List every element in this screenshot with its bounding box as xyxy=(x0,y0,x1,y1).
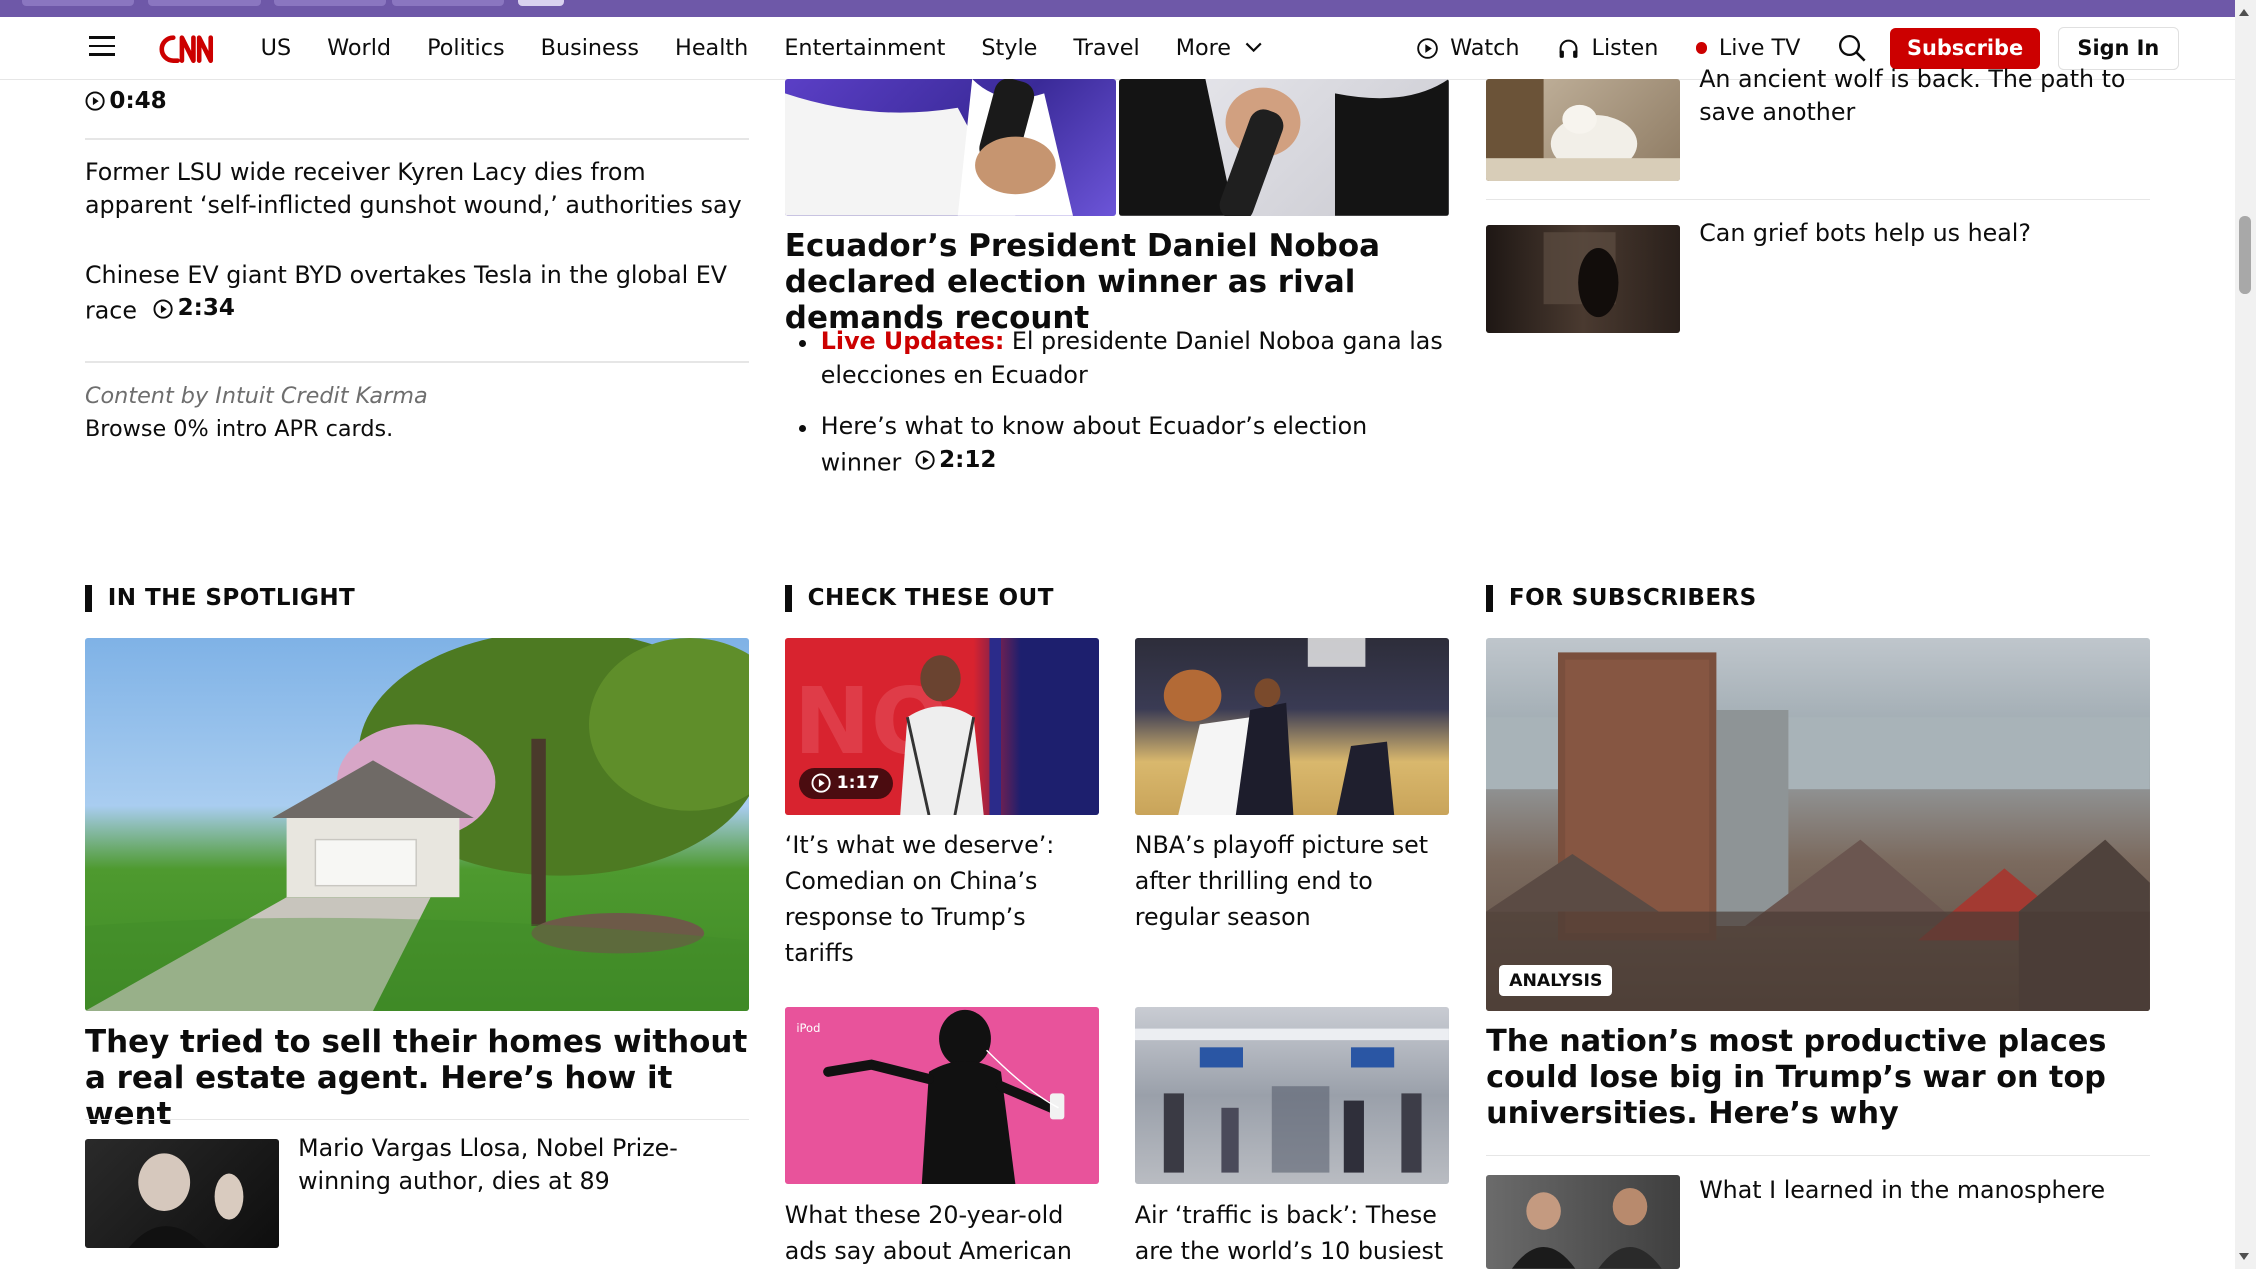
sponsor-credit: Content by Intuit Credit Karma xyxy=(84,383,428,410)
divider xyxy=(84,1118,749,1121)
nav-link-business[interactable]: Business xyxy=(541,35,639,61)
browser-tab-strip xyxy=(0,0,2235,18)
browser-tab[interactable] xyxy=(391,0,504,6)
nav-link-style[interactable]: Style xyxy=(981,35,1037,61)
live-updates-label: Live Updates: xyxy=(820,327,1005,356)
grief-photo xyxy=(1543,231,1619,317)
related-link-text: Here’s what to know about Ecuador’s elec… xyxy=(820,412,1368,477)
author-photo xyxy=(128,1153,244,1249)
analysis-badge: ANALYSIS xyxy=(1499,964,1613,997)
story-thumbnail[interactable] xyxy=(1486,79,1681,182)
story-thumbnail[interactable] xyxy=(1486,224,1681,333)
subscriber-image[interactable] xyxy=(1486,637,2150,1011)
live-tv-label: Live TV xyxy=(1718,35,1801,62)
listen-label: Listen xyxy=(1591,35,1659,62)
play-circle-icon xyxy=(85,91,105,111)
spotlight-image[interactable] xyxy=(84,637,749,1011)
menu-icon[interactable] xyxy=(89,35,116,59)
story-headline-link[interactable]: Chinese EV giant BYD overtakes Tesla in … xyxy=(85,259,749,328)
card-headline-link[interactable]: Air ‘traffic is back’: These are the wor… xyxy=(1135,1197,1449,1269)
duration-text: 1:17 xyxy=(836,773,880,794)
story-headline-link[interactable]: They tried to sell their homes without a… xyxy=(85,1024,749,1132)
divider xyxy=(1486,198,2150,201)
play-circle-icon xyxy=(915,450,935,470)
section-heading: IN THE SPOTLIGHT xyxy=(84,584,355,612)
browser-tab[interactable] xyxy=(148,0,261,6)
story-thumbnail[interactable] xyxy=(1486,1175,1681,1269)
nav-link-entertainment[interactable]: Entertainment xyxy=(784,35,945,61)
live-dot-icon xyxy=(1695,42,1708,54)
chevron-down-icon xyxy=(1246,43,1263,53)
story-headline-link[interactable]: The nation’s most productive places coul… xyxy=(1486,1024,2150,1132)
story-headline-link[interactable]: An ancient wolf is back. The path to sav… xyxy=(1699,63,2150,129)
nav-link-politics[interactable]: Politics xyxy=(427,35,505,61)
divider xyxy=(1486,1154,2150,1157)
basketball-photo xyxy=(1163,637,1394,816)
divider xyxy=(84,138,749,140)
speaker-photo xyxy=(1118,79,1449,216)
duration-text: 0:48 xyxy=(109,87,167,114)
search-icon[interactable] xyxy=(1838,34,1867,63)
section-heading: FOR SUBSCRIBERS xyxy=(1486,584,1757,612)
card-image[interactable] xyxy=(1134,637,1449,816)
nav-link-world[interactable]: World xyxy=(327,35,391,61)
duration-text: 2:34 xyxy=(177,295,235,322)
airport-photo xyxy=(1134,1028,1449,1173)
speaker-photo xyxy=(784,79,1073,216)
video-duration[interactable]: 0:48 xyxy=(85,88,167,114)
video-duration-badge: 1:17 xyxy=(799,767,893,800)
story-headline-link[interactable]: Ecuador’s President Daniel Noboa declare… xyxy=(785,228,1449,336)
story-image-right[interactable] xyxy=(1118,79,1449,216)
sponsor-link[interactable]: Browse 0% intro APR cards. xyxy=(85,416,393,442)
play-circle-icon xyxy=(153,299,173,319)
wolf-photo xyxy=(1486,79,1681,182)
duration-text: 2:12 xyxy=(939,446,997,473)
divider xyxy=(84,361,749,363)
card-image[interactable]: iPod xyxy=(784,1006,1099,1184)
headphones-icon xyxy=(1559,39,1578,58)
story-headline-link[interactable]: Can grief bots help us heal? xyxy=(1699,217,2150,250)
nav-link-health[interactable]: Health xyxy=(675,35,748,61)
video-duration: 2:12 xyxy=(909,444,997,477)
nav-link-us[interactable]: US xyxy=(261,35,292,61)
card-image[interactable] xyxy=(1134,1006,1449,1184)
nav-more-label: More xyxy=(1175,35,1232,62)
story-thumbnail[interactable] xyxy=(84,1139,280,1249)
story-headline-link[interactable]: Former LSU wide receiver Kyren Lacy dies… xyxy=(85,156,749,222)
live-tv-link[interactable]: Live TV xyxy=(1695,35,1801,62)
nav-link-travel[interactable]: Travel xyxy=(1073,35,1139,61)
card-headline-link[interactable]: ‘It’s what we deserve’: Comedian on Chin… xyxy=(785,827,1099,971)
browser-tab[interactable] xyxy=(273,0,386,6)
section-heading: CHECK THESE OUT xyxy=(784,584,1054,612)
card-headline-link[interactable]: What these 20-year-old ads say about Ame… xyxy=(785,1197,1099,1269)
browser-tab[interactable] xyxy=(21,0,134,6)
nav-more-button[interactable]: More xyxy=(1176,35,1263,61)
scroll-down-arrow-icon[interactable] xyxy=(2239,1252,2250,1260)
house-photo xyxy=(84,637,749,1011)
play-circle-icon xyxy=(811,773,831,793)
video-duration: 2:34 xyxy=(145,292,235,325)
interview-photo xyxy=(1511,1187,1662,1269)
listen-link[interactable]: Listen xyxy=(1557,35,1658,61)
scrollbar-thumb[interactable] xyxy=(2239,216,2251,294)
play-circle-icon xyxy=(1416,37,1438,59)
primary-nav: US World Politics Business Health Entert… xyxy=(261,17,1299,79)
related-links-list: Live Updates: El presidente Daniel Noboa… xyxy=(785,325,1449,498)
page-scrollbar[interactable] xyxy=(2234,0,2256,1269)
watch-link[interactable]: Watch xyxy=(1416,35,1520,61)
ipod-label: iPod xyxy=(796,1020,821,1035)
town-photo xyxy=(1486,652,2150,1011)
related-link[interactable]: Live Updates: El presidente Daniel Noboa… xyxy=(785,325,1449,391)
browser-tab-active[interactable] xyxy=(518,0,565,6)
watch-label: Watch xyxy=(1450,35,1520,62)
story-image-left[interactable] xyxy=(784,79,1116,216)
ipod-silhouette-photo xyxy=(822,1009,1065,1184)
card-headline-link[interactable]: NBA’s playoff picture set after thrillin… xyxy=(1135,827,1449,935)
story-headline-link[interactable]: Mario Vargas Llosa, Nobel Prize-winning … xyxy=(298,1132,749,1198)
story-headline-link[interactable]: What I learned in the manosphere xyxy=(1699,1174,2150,1207)
scroll-up-arrow-icon[interactable] xyxy=(2239,8,2250,16)
cnn-logo[interactable] xyxy=(155,28,231,70)
related-link[interactable]: Here’s what to know about Ecuador’s elec… xyxy=(785,410,1449,479)
